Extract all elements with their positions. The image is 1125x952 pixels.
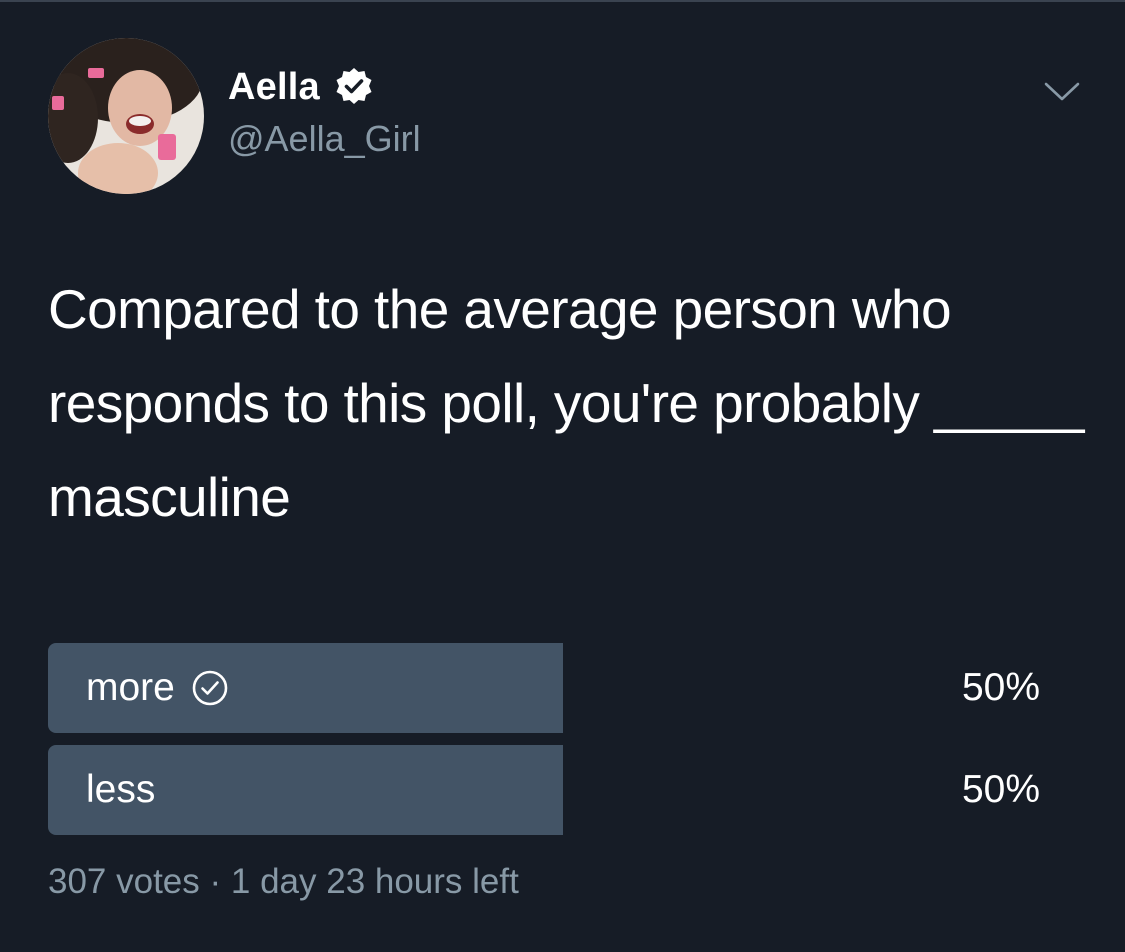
author-handle[interactable]: @Aella_Girl bbox=[228, 118, 421, 160]
top-divider bbox=[0, 0, 1125, 2]
poll-option-label: less bbox=[86, 745, 155, 835]
author-name-row[interactable]: Aella bbox=[228, 62, 374, 112]
display-name[interactable]: Aella bbox=[228, 66, 320, 109]
verified-badge-icon bbox=[334, 67, 374, 107]
check-circle-icon bbox=[191, 669, 229, 707]
poll-option-label: more bbox=[86, 643, 229, 733]
avatar[interactable] bbox=[48, 38, 204, 194]
poll-option-percent: 50% bbox=[961, 666, 1040, 709]
poll-option-text: more bbox=[86, 666, 175, 709]
poll-option-less[interactable]: less 50% bbox=[48, 745, 1048, 835]
poll-option-more[interactable]: more 50% bbox=[48, 643, 1048, 733]
poll-option-percent: 50% bbox=[961, 768, 1040, 811]
avatar-image bbox=[48, 38, 204, 194]
poll-meta: 307 votes · 1 day 23 hours left bbox=[48, 862, 519, 901]
poll-option-text: less bbox=[86, 768, 156, 811]
tweet-text: Compared to the average person who respo… bbox=[48, 278, 1099, 528]
chevron-down-icon[interactable] bbox=[1042, 78, 1082, 106]
